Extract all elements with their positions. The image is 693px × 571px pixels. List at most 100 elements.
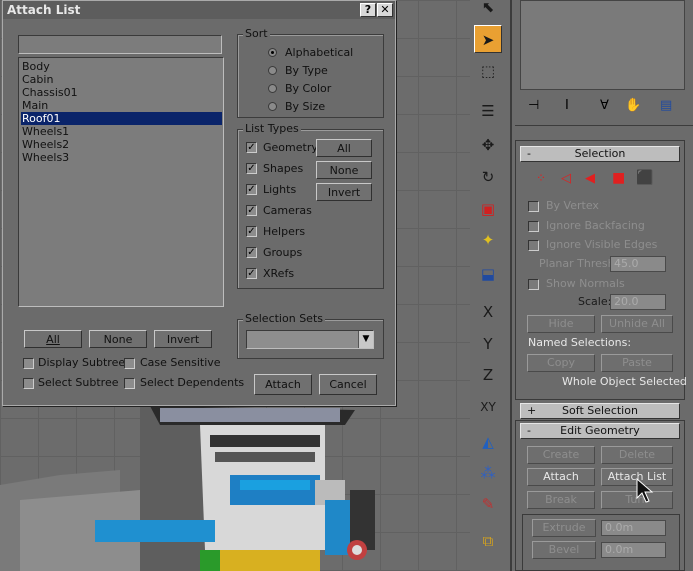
align-icon[interactable]: ⧉ — [474, 527, 502, 555]
unhide-all-button[interactable]: Unhide All — [601, 315, 673, 333]
show-normals-checkbox[interactable] — [528, 279, 539, 290]
list-item[interactable]: Cabin — [21, 73, 222, 86]
list-item[interactable]: Wheels1 — [21, 125, 222, 138]
sort-radio-0[interactable] — [268, 48, 277, 57]
select-dependents-label: Select Dependents — [140, 376, 245, 389]
polygon-icon[interactable]: ■ — [612, 170, 625, 186]
display-subtree-checkbox[interactable] — [23, 358, 34, 369]
named-selections-label: Named Selections: — [528, 336, 632, 349]
eraser-icon[interactable]: ✎ — [474, 490, 502, 518]
ignore-visible-edges-label: Ignore Visible Edges — [546, 238, 658, 251]
delete-button[interactable]: Delete — [601, 446, 673, 464]
selection-sets-dropdown[interactable]: ▼ — [246, 330, 374, 349]
by-vertex-checkbox[interactable] — [528, 201, 539, 212]
planar-thresh-spinner[interactable]: 45.0 — [610, 256, 666, 272]
sort-radio-2[interactable] — [268, 84, 277, 93]
close-button[interactable]: ✕ — [377, 3, 393, 17]
list-item[interactable]: Chassis01 — [21, 86, 222, 99]
y-axis-icon[interactable]: Y — [474, 330, 502, 358]
bevel-spinner[interactable]: 0.0m — [601, 542, 666, 558]
xy-plane-icon[interactable]: XY — [474, 393, 502, 421]
select-dependents-checkbox[interactable] — [124, 378, 135, 389]
make-unique-icon[interactable]: ∀ — [600, 98, 609, 113]
tool-top-icon[interactable]: ⬉ — [474, 0, 502, 16]
list-type-checkbox-shapes[interactable]: ✓ — [246, 163, 257, 174]
pivot-icon[interactable]: ✦ — [474, 226, 502, 254]
ignore-backfacing-checkbox[interactable] — [528, 221, 539, 232]
select-arrow-icon[interactable]: ➤ — [474, 25, 502, 53]
list-item[interactable]: Main — [21, 99, 222, 112]
remove-modifier-icon[interactable]: ✋ — [625, 98, 641, 113]
extrude-spinner[interactable]: 0.0m — [601, 520, 666, 536]
attach-list-dialog: Attach List ? ✕ Body Cabin Chassis01 Main Ro… — [2, 0, 396, 406]
hide-button[interactable]: Hide — [527, 315, 595, 333]
ignore-visible-edges-checkbox[interactable] — [528, 240, 539, 251]
z-axis-icon[interactable]: Z — [474, 361, 502, 389]
object-list[interactable]: Body Cabin Chassis01 Main Roof01 Wheels1 Wheel… — [18, 57, 224, 307]
attach-geometry-button[interactable]: Attach — [527, 468, 595, 486]
bevel-button[interactable]: Bevel — [532, 541, 596, 559]
invert-button[interactable]: Invert — [154, 330, 212, 348]
list-type-checkbox-xrefs[interactable]: ✓ — [246, 268, 257, 279]
scale-spinner[interactable]: 20.0 — [610, 294, 666, 310]
link-icon[interactable]: ⬓ — [474, 260, 502, 288]
mirror-icon[interactable]: ◭ — [474, 428, 502, 456]
stack-preview[interactable] — [520, 0, 685, 90]
select-subtree-label: Select Subtree — [38, 376, 119, 389]
attach-button[interactable]: Attach — [254, 374, 312, 395]
ignore-backfacing-label: Ignore Backfacing — [546, 219, 645, 232]
panel-divider — [515, 125, 693, 126]
search-input[interactable] — [18, 35, 222, 54]
select-subtree-checkbox[interactable] — [23, 378, 34, 389]
element-icon[interactable]: ⬛ — [636, 170, 653, 186]
edge-icon[interactable]: ◁ — [561, 171, 571, 186]
list-type-checkbox-lights[interactable]: ✓ — [246, 184, 257, 195]
edit-geometry-rollout-header[interactable]: - Edit Geometry — [520, 423, 680, 439]
configure-icon[interactable]: ▤ — [660, 98, 672, 113]
scale-icon[interactable]: ▣ — [474, 195, 502, 223]
list-type-checkbox-helpers[interactable]: ✓ — [246, 226, 257, 237]
show-end-result-icon[interactable]: Ⅰ — [565, 98, 569, 113]
list-types-group-label: List Types — [243, 122, 301, 135]
list-type-label: Helpers — [263, 225, 306, 238]
all-button[interactable]: All — [24, 330, 82, 348]
create-button[interactable]: Create — [527, 446, 595, 464]
types-all-button[interactable]: All — [316, 139, 372, 157]
move-icon[interactable]: ✥ — [474, 131, 502, 159]
cancel-button[interactable]: Cancel — [319, 374, 377, 395]
planar-thresh-label: Planar Thresh: — [539, 257, 619, 270]
region-select-icon[interactable]: ⬚ — [474, 57, 502, 85]
list-type-checkbox-geometry[interactable]: ✓ — [246, 142, 257, 153]
sort-radio-3[interactable] — [268, 102, 277, 111]
list-item[interactable]: Wheels2 — [21, 138, 222, 151]
dialog-title: Attach List — [3, 1, 395, 19]
list-type-checkbox-groups[interactable]: ✓ — [246, 247, 257, 258]
selection-rollout-header[interactable]: - Selection — [520, 146, 680, 162]
paste-button[interactable]: Paste — [601, 354, 673, 372]
sort-radio-1[interactable] — [268, 66, 277, 75]
case-sensitive-checkbox[interactable] — [124, 358, 135, 369]
list-item[interactable]: Wheels3 — [21, 151, 222, 164]
vertex-icon[interactable]: ⁘ — [536, 171, 546, 185]
sort-option-label: Alphabetical — [285, 46, 354, 59]
rotate-icon[interactable]: ↻ — [474, 163, 502, 191]
copy-button[interactable]: Copy — [527, 354, 595, 372]
list-item[interactable]: Body — [21, 60, 222, 73]
face-icon[interactable]: ◀ — [585, 171, 595, 186]
types-none-button[interactable]: None — [316, 161, 372, 179]
chevron-down-icon[interactable]: ▼ — [358, 331, 373, 348]
pin-icon[interactable]: ⊣ — [528, 98, 539, 113]
selection-sets-label: Selection Sets — [243, 312, 325, 325]
case-sensitive-label: Case Sensitive — [140, 356, 221, 369]
list-type-checkbox-cameras[interactable]: ✓ — [246, 205, 257, 216]
soft-selection-rollout-header[interactable]: + Soft Selection — [520, 403, 680, 419]
select-by-name-icon[interactable]: ☰ — [474, 97, 502, 125]
help-button[interactable]: ? — [360, 3, 376, 17]
types-invert-button[interactable]: Invert — [316, 183, 372, 201]
list-item[interactable]: Roof01 — [21, 112, 222, 125]
extrude-button[interactable]: Extrude — [532, 519, 596, 537]
array-icon[interactable]: ⁂ — [474, 459, 502, 487]
break-button[interactable]: Break — [527, 491, 595, 509]
x-axis-icon[interactable]: X — [474, 298, 502, 326]
none-button[interactable]: None — [89, 330, 147, 348]
